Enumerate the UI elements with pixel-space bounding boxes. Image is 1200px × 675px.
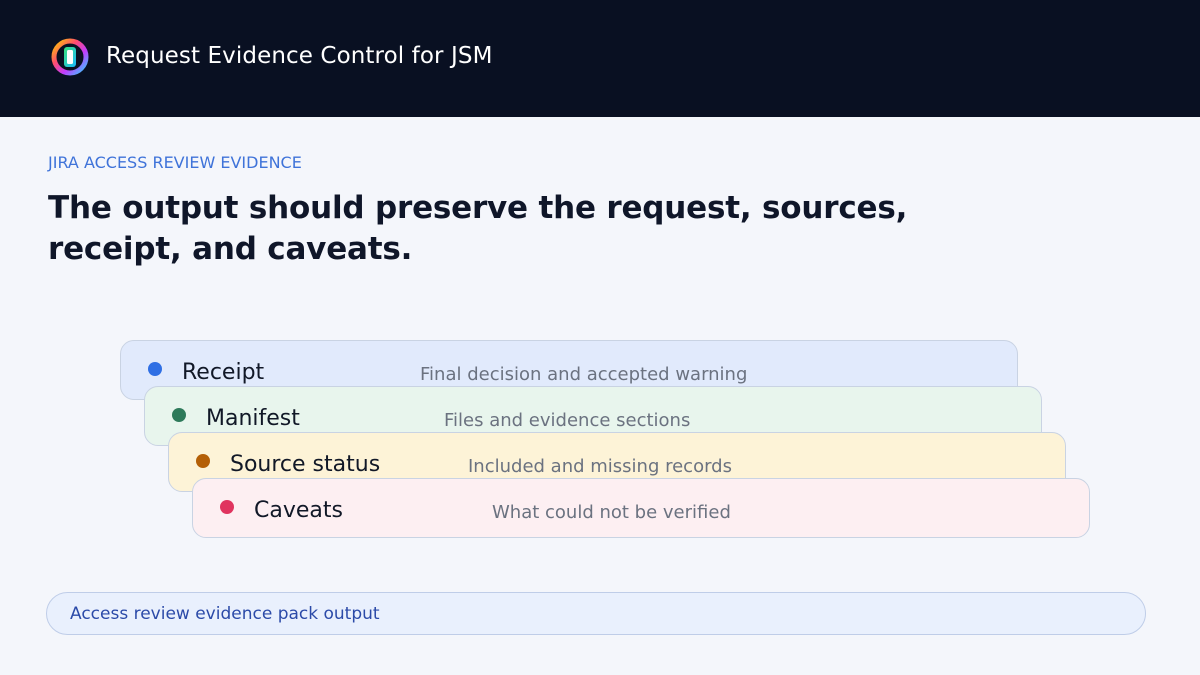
layer-description: Files and evidence sections (444, 410, 691, 431)
layer-description: Included and missing records (468, 456, 732, 477)
layer-description: Final decision and accepted warning (420, 364, 748, 385)
layer-description: What could not be verified (492, 502, 731, 523)
status-dot-icon (196, 454, 210, 468)
layer-card-caveats: Caveats What could not be verified (192, 478, 1090, 538)
output-caption-pill: Access review evidence pack output (46, 592, 1146, 635)
evidence-layer-stack: Receipt Final decision and accepted warn… (0, 0, 1200, 675)
status-dot-icon (148, 362, 162, 376)
layer-label: Source status (230, 452, 381, 477)
status-dot-icon (172, 408, 186, 422)
output-caption: Access review evidence pack output (70, 604, 380, 624)
layer-label: Manifest (206, 406, 300, 431)
layer-label: Receipt (182, 360, 265, 385)
layer-label: Caveats (254, 498, 343, 523)
status-dot-icon (220, 500, 234, 514)
